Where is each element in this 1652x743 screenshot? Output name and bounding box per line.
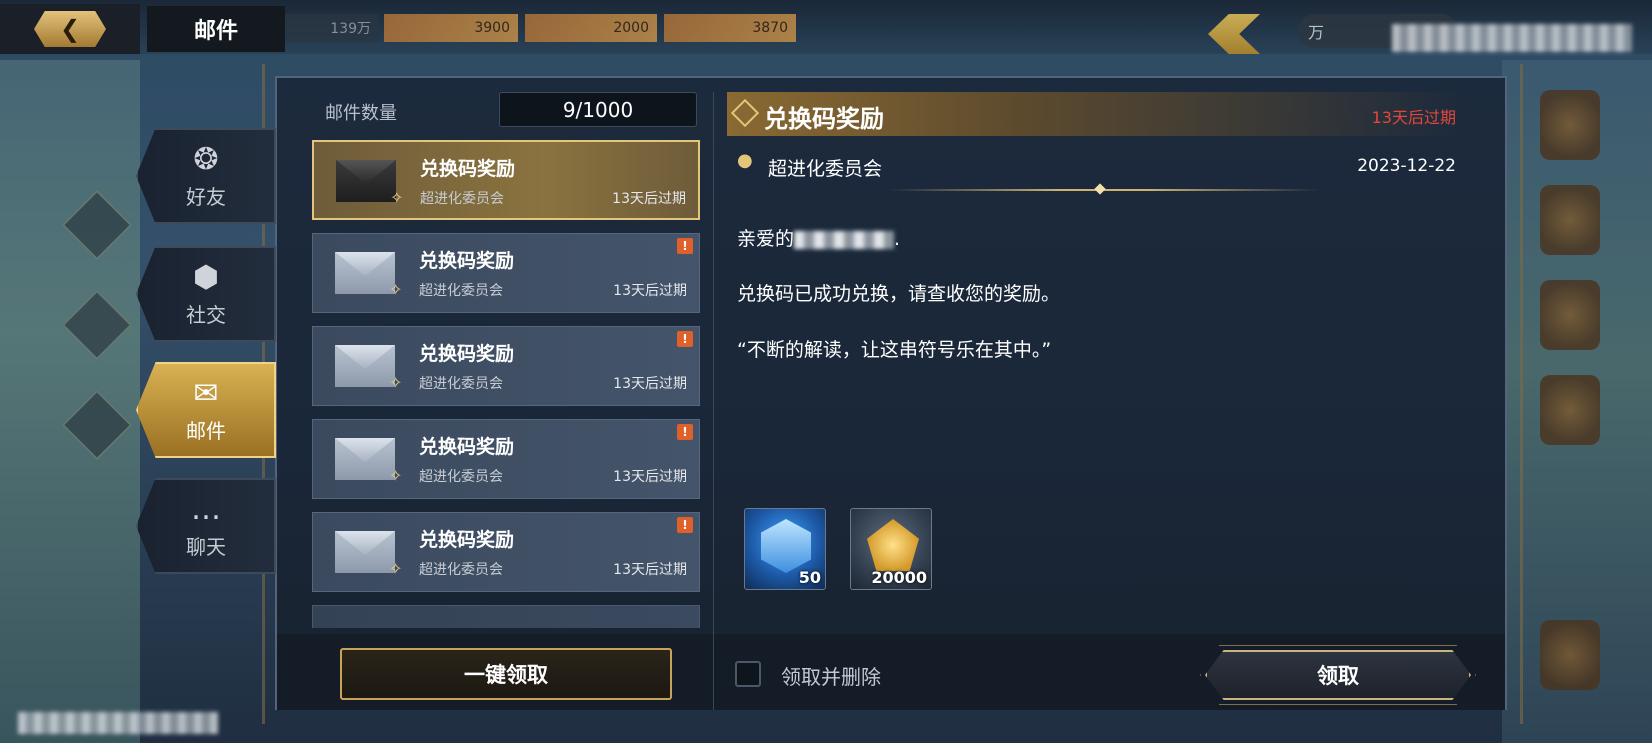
claim-and-delete-checkbox[interactable] [735, 661, 761, 687]
tab-chat[interactable]: … 聊天 [136, 478, 276, 574]
mail-count-label: 邮件数量 [325, 103, 397, 124]
mail-sender: 超进化委员会 [419, 283, 503, 299]
claim-all-button[interactable]: 一键领取 [340, 648, 672, 700]
claim-and-delete-label[interactable]: 领取并删除 [781, 661, 881, 690]
unread-alert-icon: ! [677, 331, 693, 347]
blue-gem-icon [761, 519, 811, 573]
background-left-scene [0, 60, 140, 743]
mail-body-line: 兑换码已成功兑换，请查收您的奖励。 [737, 283, 1061, 305]
gold-coin-icon [867, 519, 919, 571]
unread-alert-icon: ! [677, 238, 693, 254]
sparkle-icon: ✧ [389, 559, 403, 578]
opened-envelope-icon [336, 160, 396, 202]
unread-alert-icon: ! [677, 517, 693, 533]
mail-item[interactable] [312, 605, 700, 628]
mail-count-value: 9/1000 [499, 92, 697, 127]
envelope-icon [335, 345, 395, 387]
blurred-user-info [1392, 24, 1632, 52]
reward-quantity: 50 [798, 568, 821, 587]
bottom-divider [713, 634, 714, 710]
social-network-icon: ⬢ [192, 260, 220, 295]
tab-friends[interactable]: ❂ 好友 [136, 128, 276, 224]
mail-expire: 13天后过期 [613, 469, 687, 485]
envelope-icon [335, 252, 395, 294]
tab-label: 好友 [186, 185, 226, 209]
mail-item[interactable]: ✧ 兑换码奖励 超进化委员会 13天后过期 [312, 140, 700, 220]
tab-label: 社交 [186, 303, 226, 327]
tab-social[interactable]: ⬢ 社交 [136, 246, 276, 342]
reward-item[interactable]: 20000 [850, 508, 932, 590]
mail-title: 兑换码奖励 [419, 250, 515, 272]
sparkle-icon: ✧ [389, 280, 403, 299]
sender-marker-icon: ● [737, 150, 753, 171]
tab-mail[interactable]: ✉ 邮件 [136, 362, 276, 458]
mail-title: 兑换码奖励 [419, 529, 515, 551]
claim-button[interactable]: 领取 [1205, 650, 1471, 700]
friend-pin-icon: ❂ [193, 142, 219, 177]
resource-counter: 3870 [664, 14, 796, 42]
mail-sender: 超进化委员会 [419, 469, 503, 485]
page-title: 邮件 [147, 6, 285, 52]
detail-sender: 超进化委员会 [768, 158, 883, 180]
mail-item[interactable]: ✧ 兑换码奖励 超进化委员会 13天后过期 ! [312, 326, 700, 406]
detail-date: 2023-12-22 [1357, 156, 1456, 176]
background-side-icon [1540, 375, 1600, 445]
mail-expire: 13天后过期 [613, 283, 687, 299]
mail-greeting: 亲爱的. [737, 224, 900, 251]
sparkle-icon: ✧ [389, 466, 403, 485]
resource-counter: 139万 [285, 14, 379, 42]
greeting-text: 亲爱的 [737, 228, 795, 250]
mail-title: 兑换码奖励 [419, 343, 515, 365]
mail-title: 兑换码奖励 [419, 436, 515, 458]
back-button[interactable]: ❮ [0, 4, 140, 54]
back-arrow-icon: ❮ [34, 11, 106, 47]
column-divider [713, 92, 714, 702]
mail-item[interactable]: ✧ 兑换码奖励 超进化委员会 13天后过期 ! [312, 512, 700, 592]
background-side-icon [1540, 280, 1600, 350]
tab-label: 邮件 [186, 419, 226, 443]
resource-counter: 3900 [384, 14, 518, 42]
resource-counter: 2000 [525, 14, 657, 42]
mail-sender: 超进化委员会 [420, 191, 504, 207]
blurred-player-name [794, 230, 895, 249]
event-label: 万 [1308, 23, 1325, 42]
mail-expire: 13天后过期 [613, 562, 687, 578]
detail-title: 兑换码奖励 [764, 105, 884, 133]
unread-alert-icon: ! [677, 424, 693, 440]
mail-sender: 超进化委员会 [419, 376, 503, 392]
background-side-icon [1540, 90, 1600, 160]
mail-expire: 13天后过期 [612, 191, 686, 207]
reward-item[interactable]: 50 [744, 508, 826, 590]
chat-bubble-icon: … [191, 492, 221, 527]
blurred-footer-info [18, 712, 218, 734]
background-side-icon [1540, 185, 1600, 255]
detail-expire: 13天后过期 [1371, 108, 1456, 127]
envelope-icon [335, 531, 395, 573]
envelope-icon: ✉ [193, 376, 219, 411]
sparkle-icon: ✧ [389, 373, 403, 392]
mail-expire: 13天后过期 [613, 376, 687, 392]
mail-title: 兑换码奖励 [420, 158, 516, 180]
mail-item[interactable]: ✧ 兑换码奖励 超进化委员会 13天后过期 ! [312, 233, 700, 313]
greeting-punctuation: . [894, 228, 901, 250]
tab-label: 聊天 [186, 535, 226, 559]
mail-sender: 超进化委员会 [419, 562, 503, 578]
reward-quantity: 20000 [871, 568, 927, 587]
envelope-icon [335, 438, 395, 480]
sparkle-icon: ✧ [390, 188, 404, 207]
background-side-icon [1540, 620, 1600, 690]
mail-item[interactable]: ✧ 兑换码奖励 超进化委员会 13天后过期 ! [312, 419, 700, 499]
mail-body-quote: “不断的解读，让这串符号乐在其中。” [737, 339, 1052, 361]
mail-list[interactable]: ✧ 兑换码奖励 超进化委员会 13天后过期 ✧ 兑换码奖励 超进化委员会 13天… [312, 140, 703, 628]
